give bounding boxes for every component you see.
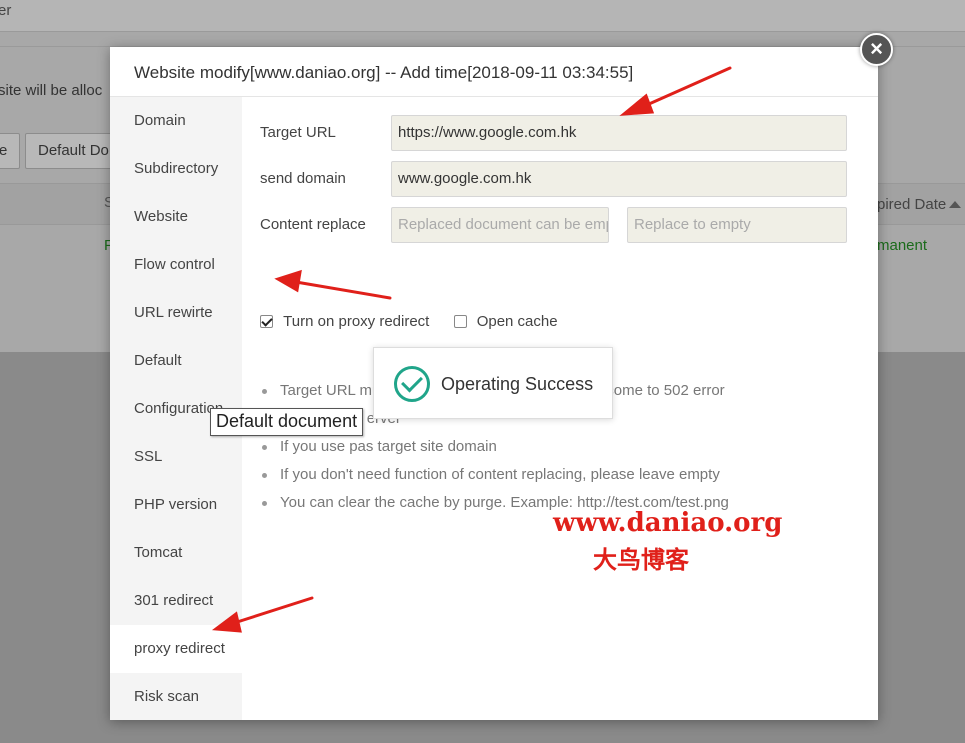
arrow-head bbox=[211, 611, 242, 633]
arrow-proxy-checkbox bbox=[294, 280, 392, 300]
arrow-proxy-redirect-tab bbox=[232, 596, 314, 625]
arrow-head bbox=[274, 269, 302, 293]
arrow-head bbox=[619, 93, 655, 116]
annotation-arrows bbox=[211, 66, 732, 633]
arrow-target-url bbox=[638, 66, 732, 110]
